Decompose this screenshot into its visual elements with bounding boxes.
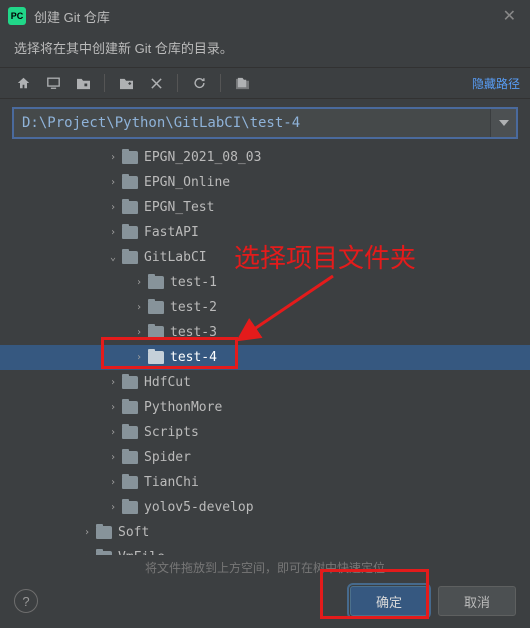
tree-row[interactable]: › TianChi (0, 470, 530, 495)
tree-row-label: FastAPI (144, 225, 199, 240)
chevron-right-icon[interactable]: › (80, 552, 94, 555)
app-icon: PC (8, 7, 26, 25)
chevron-right-icon[interactable]: › (106, 502, 120, 513)
path-input[interactable] (14, 109, 490, 137)
chevron-right-icon[interactable]: › (106, 202, 120, 213)
home-icon[interactable] (10, 71, 36, 95)
folder-icon (148, 276, 164, 289)
chevron-right-icon[interactable]: › (106, 152, 120, 163)
tree-row-label: VmFile (118, 550, 165, 555)
path-row (12, 107, 518, 139)
chevron-right-icon[interactable]: › (106, 227, 120, 238)
tree-row[interactable]: › test-1 (0, 270, 530, 295)
chevron-down-icon[interactable]: ⌄ (106, 252, 120, 263)
tree-row-label: test-2 (170, 300, 217, 315)
cancel-button-label: 取消 (464, 592, 490, 611)
desktop-icon[interactable] (40, 71, 66, 95)
tree-row[interactable]: › HdfCut (0, 370, 530, 395)
project-icon[interactable] (70, 71, 96, 95)
tree-row-label: Scripts (144, 425, 199, 440)
tree-row-label: yolov5-develop (144, 500, 254, 515)
new-folder-icon[interactable] (113, 71, 139, 95)
folder-icon (148, 326, 164, 339)
footer: ? 确定 取消 (0, 574, 530, 628)
tree-row[interactable]: › Soft (0, 520, 530, 545)
show-hidden-icon[interactable] (229, 71, 255, 95)
folder-icon (122, 376, 138, 389)
folder-icon (122, 226, 138, 239)
folder-icon (96, 551, 112, 555)
folder-icon (122, 201, 138, 214)
close-icon[interactable]: ✕ (497, 6, 522, 26)
folder-icon (148, 351, 164, 364)
dialog-subtitle: 选择将在其中创建新 Git 仓库的目录。 (0, 32, 530, 67)
tree-row-label: test-4 (170, 350, 217, 365)
folder-icon (122, 251, 138, 264)
toolbar: 隐藏路径 (0, 67, 530, 99)
tree-row[interactable]: › Scripts (0, 420, 530, 445)
toolbar-separator (220, 74, 221, 92)
tree-row-label: EPGN_Online (144, 175, 230, 190)
ok-button[interactable]: 确定 (350, 586, 428, 616)
chevron-right-icon[interactable]: › (132, 302, 146, 313)
directory-tree[interactable]: › EPGN_2021_08_03 › EPGN_Online › EPGN_Test › F… (0, 143, 530, 555)
tree-row-label: EPGN_Test (144, 200, 214, 215)
tree-row-label: TianChi (144, 475, 199, 490)
tree-row[interactable]: › yolov5-develop (0, 495, 530, 520)
titlebar: PC 创建 Git 仓库 ✕ (0, 0, 530, 32)
toolbar-separator (177, 74, 178, 92)
tree-row-label: GitLabCI (144, 250, 207, 265)
tree-row[interactable]: › test-3 (0, 320, 530, 345)
window-title: 创建 Git 仓库 (34, 7, 497, 26)
folder-icon (122, 401, 138, 414)
chevron-right-icon[interactable]: › (106, 427, 120, 438)
chevron-right-icon[interactable]: › (106, 402, 120, 413)
chevron-right-icon[interactable]: › (80, 527, 94, 538)
folder-icon (122, 476, 138, 489)
folder-icon (122, 151, 138, 164)
path-dropdown-button[interactable] (490, 109, 516, 137)
tree-row-label: test-3 (170, 325, 217, 340)
tree-row[interactable]: › FastAPI (0, 220, 530, 245)
folder-icon (96, 526, 112, 539)
tree-row[interactable]: › EPGN_Test (0, 195, 530, 220)
help-button[interactable]: ? (14, 589, 38, 613)
tree-row-label: Spider (144, 450, 191, 465)
folder-icon (148, 301, 164, 314)
cancel-button[interactable]: 取消 (438, 586, 516, 616)
tree-row[interactable]: › Spider (0, 445, 530, 470)
tree-row[interactable]: › EPGN_2021_08_03 (0, 145, 530, 170)
toolbar-separator (104, 74, 105, 92)
chevron-right-icon[interactable]: › (106, 477, 120, 488)
toggle-paths-link[interactable]: 隐藏路径 (472, 75, 520, 92)
chevron-right-icon[interactable]: › (132, 352, 146, 363)
refresh-icon[interactable] (186, 71, 212, 95)
delete-icon[interactable] (143, 71, 169, 95)
tree-row-label: HdfCut (144, 375, 191, 390)
tree-row-label: Soft (118, 525, 149, 540)
chevron-right-icon[interactable]: › (106, 377, 120, 388)
tree-row[interactable]: › EPGN_Online (0, 170, 530, 195)
folder-icon (122, 501, 138, 514)
tree-row-label: PythonMore (144, 400, 222, 415)
chevron-right-icon[interactable]: › (106, 177, 120, 188)
folder-icon (122, 176, 138, 189)
chevron-right-icon[interactable]: › (106, 452, 120, 463)
tree-row[interactable]: › PythonMore (0, 395, 530, 420)
chevron-right-icon[interactable]: › (132, 277, 146, 288)
tree-row-label: EPGN_2021_08_03 (144, 150, 261, 165)
tree-row[interactable]: ⌄ GitLabCI (0, 245, 530, 270)
tree-row-label: test-1 (170, 275, 217, 290)
ok-button-label: 确定 (376, 592, 402, 611)
folder-icon (122, 426, 138, 439)
tree-row[interactable]: › test-4 (0, 345, 530, 370)
tree-row[interactable]: › test-2 (0, 295, 530, 320)
chevron-right-icon[interactable]: › (132, 327, 146, 338)
folder-icon (122, 451, 138, 464)
tree-row[interactable]: › VmFile (0, 545, 530, 555)
